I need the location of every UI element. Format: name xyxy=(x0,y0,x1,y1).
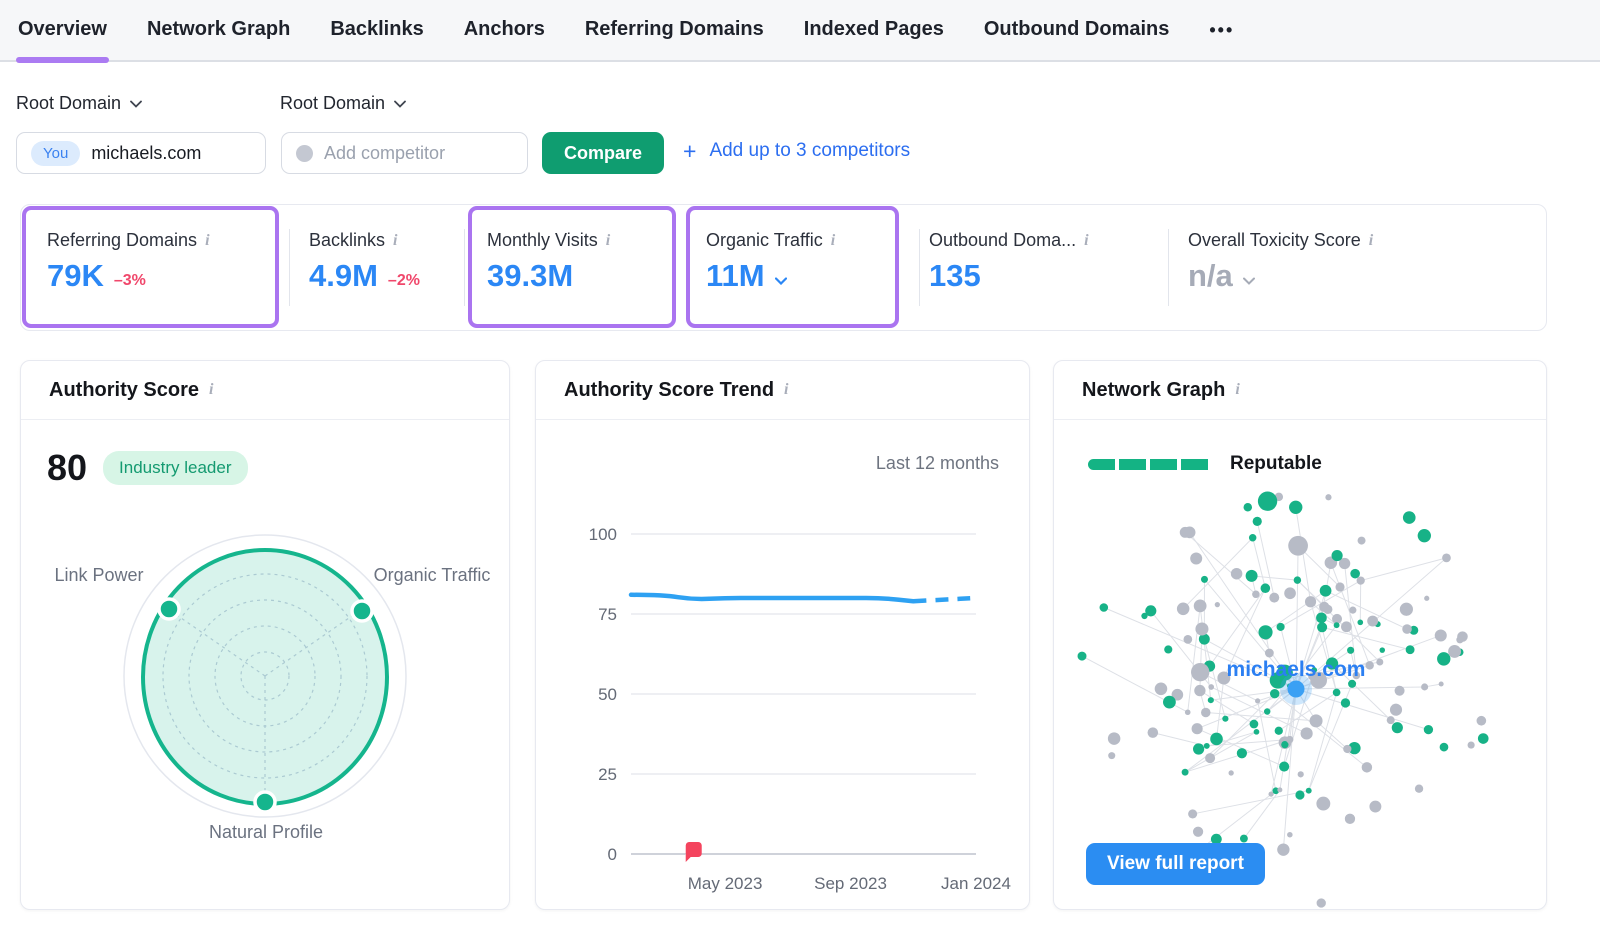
authority-score-panel: Authority Score i 80 Industry leader Lin… xyxy=(20,360,510,910)
add-competitor-input[interactable]: Add competitor xyxy=(281,132,528,174)
metric-organic-traffic: Organic Traffici 11M xyxy=(706,230,835,294)
scope-selector-main[interactable]: Root Domain xyxy=(16,93,142,114)
info-icon[interactable]: i xyxy=(205,232,209,250)
divider xyxy=(464,229,465,306)
main-domain-input[interactable]: You michaels.com xyxy=(16,132,266,174)
more-tabs-icon[interactable]: ••• xyxy=(1209,20,1234,41)
panel-title: Network Graph xyxy=(1082,379,1225,402)
metric-delta: –2% xyxy=(388,272,420,294)
metric-outbound-domains: Outbound Doma...i 135 xyxy=(929,230,1089,294)
view-full-report-button[interactable]: View full report xyxy=(1086,843,1265,885)
competitor-favicon-placeholder-icon xyxy=(296,145,313,162)
compare-button[interactable]: Compare xyxy=(542,132,664,174)
authority-score-trend-chart: 0 25 50 75 100 May 2023 Sep 2023 Jan 2024 xyxy=(536,481,1031,901)
meter-segment xyxy=(1181,459,1208,470)
tab-overview[interactable]: Overview xyxy=(18,0,107,61)
tab-backlinks[interactable]: Backlinks xyxy=(330,0,423,61)
metric-value: 11M xyxy=(706,258,765,294)
authority-score-trend-header: Authority Score Trend i xyxy=(536,361,1029,420)
radar-point-organic-traffic xyxy=(352,601,372,621)
authority-score-trend-panel: Authority Score Trend i Last 12 months 0… xyxy=(535,360,1030,910)
metrics-summary-card: Referring Domainsi 79K–3% Backlinksi 4.9… xyxy=(20,204,1547,331)
tab-anchors[interactable]: Anchors xyxy=(464,0,545,61)
info-icon[interactable]: i xyxy=(606,232,610,250)
trend-range-label: Last 12 months xyxy=(876,453,999,474)
plus-icon: + xyxy=(683,142,696,161)
chevron-down-icon xyxy=(775,277,787,285)
industry-leader-badge: Industry leader xyxy=(103,451,247,485)
metric-backlinks: Backlinksi 4.9M–2% xyxy=(309,230,420,294)
tab-outbound-domains[interactable]: Outbound Domains xyxy=(984,0,1170,61)
authority-score-value: 80 xyxy=(47,447,87,489)
divider xyxy=(289,229,290,306)
radar-point-natural-profile xyxy=(255,792,275,812)
backlink-analytics-overview-page: Overview Network Graph Backlinks Anchors… xyxy=(0,0,1600,943)
metric-monthly-visits: Monthly Visitsi 39.3M xyxy=(487,230,610,294)
meter-segment xyxy=(1119,459,1146,470)
meter-segment xyxy=(1088,459,1115,470)
panel-title: Authority Score xyxy=(49,379,199,402)
metric-value: 135 xyxy=(929,258,981,294)
radar-axis-organic-traffic: Organic Traffic xyxy=(373,564,491,587)
toxicity-dropdown[interactable]: n/a xyxy=(1188,258,1373,294)
info-icon[interactable]: i xyxy=(393,232,397,250)
divider xyxy=(919,229,920,306)
info-icon[interactable]: i xyxy=(209,381,213,399)
divider xyxy=(1168,229,1169,306)
add-competitors-link[interactable]: + Add up to 3 competitors xyxy=(683,140,910,162)
organic-traffic-dropdown[interactable]: 11M xyxy=(706,258,835,294)
info-icon[interactable]: i xyxy=(1084,232,1088,250)
tab-overview-label: Overview xyxy=(18,18,107,40)
tab-indexed-pages[interactable]: Indexed Pages xyxy=(804,0,944,61)
metric-referring-domains: Referring Domainsi 79K–3% xyxy=(47,230,210,294)
main-domain-value: michaels.com xyxy=(91,143,201,164)
metric-value: n/a xyxy=(1188,258,1233,294)
competitor-placeholder: Add competitor xyxy=(324,143,445,164)
chevron-down-icon xyxy=(1243,277,1255,285)
metric-delta: –3% xyxy=(114,272,146,294)
radar-point-link-power xyxy=(159,599,179,619)
svg-text:50: 50 xyxy=(598,685,617,704)
svg-text:michaels.com: michaels.com xyxy=(1227,658,1366,681)
info-icon[interactable]: i xyxy=(1369,232,1373,250)
metric-value: 4.9M xyxy=(309,258,378,294)
you-badge: You xyxy=(31,141,80,166)
svg-text:May 2023: May 2023 xyxy=(688,874,763,893)
radar-axis-link-power: Link Power xyxy=(49,564,149,587)
svg-text:75: 75 xyxy=(598,605,617,624)
metric-value: 79K xyxy=(47,258,104,294)
network-graph-panel: Network Graph i Reputable michaels.com V… xyxy=(1053,360,1547,910)
info-icon[interactable]: i xyxy=(784,381,788,399)
top-tab-bar: Overview Network Graph Backlinks Anchors… xyxy=(0,0,1600,62)
panel-title: Authority Score Trend xyxy=(564,379,774,402)
info-icon[interactable]: i xyxy=(831,232,835,250)
svg-text:100: 100 xyxy=(589,525,617,544)
metric-overall-toxicity-score: Overall Toxicity Scorei n/a xyxy=(1188,230,1373,294)
metric-value: 39.3M xyxy=(487,258,573,294)
tab-network-graph[interactable]: Network Graph xyxy=(147,0,290,61)
authority-score-header: Authority Score i xyxy=(21,361,509,420)
radar-axis-natural-profile: Natural Profile xyxy=(21,821,511,844)
network-graph-header: Network Graph i xyxy=(1054,361,1546,420)
chevron-down-icon xyxy=(130,100,142,108)
svg-text:25: 25 xyxy=(598,765,617,784)
chevron-down-icon xyxy=(394,100,406,108)
svg-text:0: 0 xyxy=(608,845,617,864)
info-icon[interactable]: i xyxy=(1235,381,1239,399)
scope-selector-competitor[interactable]: Root Domain xyxy=(280,93,406,114)
tab-referring-domains[interactable]: Referring Domains xyxy=(585,0,764,61)
svg-text:Sep 2023: Sep 2023 xyxy=(814,874,887,893)
meter-segment xyxy=(1150,459,1177,470)
svg-text:Jan 2024: Jan 2024 xyxy=(941,874,1011,893)
